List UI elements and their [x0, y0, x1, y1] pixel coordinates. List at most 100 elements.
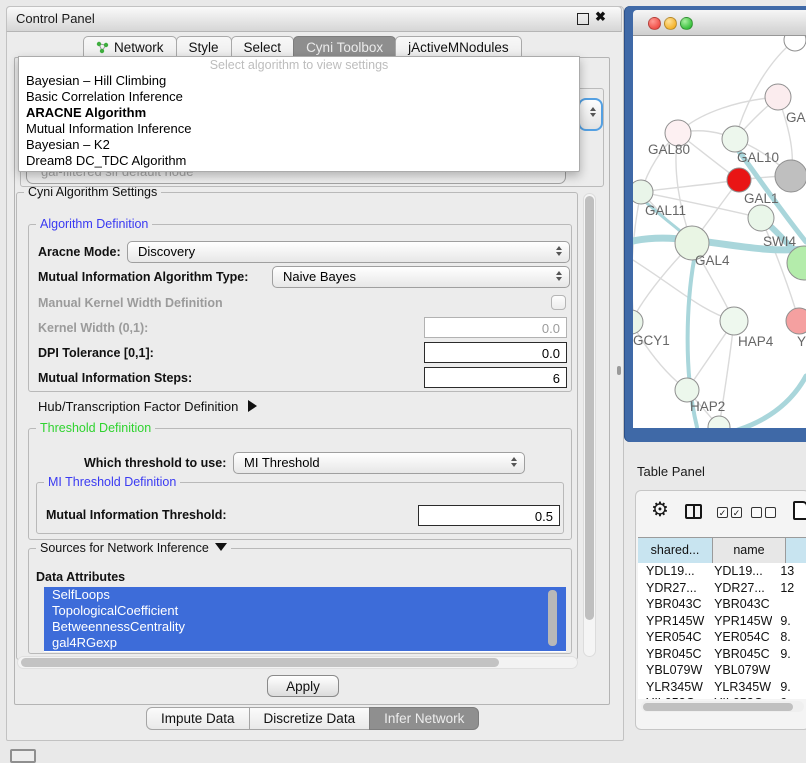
aracne-mode-label: Aracne Mode: [38, 245, 121, 259]
attribute-item-gal4rgexp[interactable]: gal4RGexp [44, 635, 566, 651]
mutual-information-threshold-field[interactable]: 0.5 [418, 505, 560, 526]
sources-title[interactable]: Sources for Network Inference [36, 541, 231, 555]
close-icon[interactable]: ✖ [595, 9, 606, 25]
algorithm-option-basic-correlation-inference[interactable]: Basic Correlation Inference [19, 89, 579, 105]
table-cell: YDL19... [638, 563, 706, 580]
minimized-panel-icon[interactable] [10, 749, 36, 763]
network-node[interactable] [633, 180, 653, 204]
tab-network[interactable]: Network [83, 36, 177, 58]
algorithm-option-bayesian-k2[interactable]: Bayesian – K2 [19, 137, 579, 153]
table-horizontal-scrollbar[interactable] [641, 701, 804, 712]
manual-kernel-width-checkbox[interactable] [551, 295, 566, 310]
tab-label: Network [114, 40, 164, 55]
kernel-width-field[interactable]: 0.0 [424, 317, 567, 338]
tab-label: Style [189, 40, 219, 55]
table-panel-toolbar: ⚙ ✓✓ [636, 491, 806, 537]
which-threshold-combobox[interactable]: MI Threshold [233, 452, 525, 474]
network-node[interactable] [784, 36, 806, 51]
aracne-mode-value: Discovery [138, 244, 195, 259]
column-header-2[interactable] [786, 538, 806, 563]
table-row[interactable]: YPR145WYPR145W9. [638, 613, 806, 630]
network-edge-highlighted [738, 376, 806, 428]
network-node[interactable] [786, 308, 806, 334]
table-cell [772, 596, 806, 613]
table-cell: YDR27... [638, 580, 706, 597]
settings-horizontal-scrollbar-thumb[interactable] [21, 658, 499, 667]
document-icon[interactable] [793, 501, 806, 520]
float-window-icon[interactable] [577, 13, 589, 25]
attribute-item-topologicalcoefficient[interactable]: TopologicalCoefficient [44, 603, 566, 619]
mi-steps-field[interactable]: 6 [424, 367, 567, 388]
table-body: YDL19...YDL19...13YDR27...YDR27...12YBR0… [638, 563, 806, 699]
network-node[interactable] [775, 160, 806, 192]
table-row[interactable]: YBR045CYBR045C9. [638, 646, 806, 663]
algorithm-combobox-focused[interactable] [578, 98, 603, 131]
hub-transcription-section-toggle[interactable]: Hub/Transcription Factor Definition [38, 399, 257, 414]
network-node[interactable] [720, 307, 748, 335]
data-attributes-label: Data Attributes [36, 570, 125, 584]
close-traffic-light-icon[interactable] [648, 17, 661, 30]
mi-algorithm-type-combobox[interactable]: Naive Bayes [272, 266, 570, 288]
control-panel-titlebar[interactable] [6, 6, 622, 32]
panel-divider-grip[interactable] [617, 366, 621, 375]
mutual-information-threshold-label: Mutual Information Threshold: [46, 508, 227, 522]
algorithm-option-mutual-information-inference[interactable]: Mutual Information Inference [19, 121, 579, 137]
bottom-tab-infer-network[interactable]: Infer Network [369, 707, 479, 730]
list-vertical-scrollbar[interactable] [548, 590, 557, 646]
table-cell [772, 662, 806, 679]
algorithm-option-bayesian-hill-climbing[interactable]: Bayesian – Hill Climbing [19, 73, 579, 89]
node-label: GCY1 [633, 333, 670, 348]
table-horizontal-scrollbar-thumb[interactable] [643, 703, 793, 711]
table-row[interactable]: YER054CYER054C8. [638, 629, 806, 646]
algorithm-option-aracne-algorithm[interactable]: ARACNE Algorithm [19, 105, 579, 121]
table-cell: 12 [772, 580, 806, 597]
tab-select[interactable]: Select [231, 36, 295, 58]
table-row[interactable]: YDL19...YDL19...13 [638, 563, 806, 580]
algorithm-dropdown-list: Bayesian – Hill ClimbingBasic Correlatio… [19, 73, 579, 169]
column-header-name[interactable]: name [713, 538, 786, 563]
table-row[interactable]: YIL052CYIL052C9 [638, 695, 806, 699]
network-node[interactable] [727, 168, 751, 192]
network-node[interactable] [722, 126, 748, 152]
attribute-item-betweennesscentrality[interactable]: BetweennessCentrality [44, 619, 566, 635]
network-node[interactable] [633, 310, 643, 334]
collapsed-arrow-icon [248, 400, 257, 412]
dpi-tolerance-field[interactable]: 0.0 [424, 342, 567, 363]
table-row[interactable]: YBR043CYBR043C [638, 596, 806, 613]
node-label: SWI4 [763, 234, 796, 249]
table-row[interactable]: YBL079WYBL079W [638, 662, 806, 679]
tab-cyni-toolbox[interactable]: Cyni Toolbox [293, 36, 396, 58]
algorithm-dropdown-prompt: Select algorithm to view settings [19, 57, 579, 73]
network-node[interactable] [748, 205, 774, 231]
node-label: GAL [786, 110, 806, 125]
threshold-definition-title: Threshold Definition [36, 421, 155, 435]
mi-algorithm-type-label: Mutual Information Algorithm Type: [38, 270, 248, 284]
table-row[interactable]: YDR27...YDR27...12 [638, 580, 806, 597]
bottom-tab-impute-data[interactable]: Impute Data [146, 707, 250, 730]
network-window-titlebar[interactable] [633, 10, 806, 36]
column-header-shared[interactable]: shared... [638, 538, 713, 563]
select-columns-icon[interactable]: ✓✓ [717, 507, 742, 518]
settings-vertical-scrollbar-thumb[interactable] [585, 196, 594, 620]
settings-gear-icon[interactable]: ⚙ [651, 500, 669, 520]
deselect-columns-icon[interactable] [751, 507, 776, 518]
table-cell: YIL052C [638, 695, 706, 699]
node-label: HAP4 [738, 334, 774, 349]
apply-button[interactable]: Apply [267, 675, 339, 697]
table-row[interactable]: YLR345WYLR345W9. [638, 679, 806, 696]
table-cell: 9 [772, 695, 806, 699]
algorithm-option-dream8-dc-tdc-algorithm[interactable]: Dream8 DC_TDC Algorithm [19, 153, 579, 169]
network-canvas[interactable]: GALGAL80GAL10GAL1GAL11SWI4GAL4GCY1HAP4YH… [633, 36, 806, 428]
network-node[interactable] [765, 84, 791, 110]
table-cell: YBL079W [706, 662, 772, 679]
control-panel-title: Control Panel [16, 11, 95, 26]
zoom-traffic-light-icon[interactable] [680, 17, 693, 30]
split-columns-icon[interactable] [685, 504, 702, 519]
attribute-item-selfloops[interactable]: SelfLoops [44, 587, 566, 603]
aracne-mode-combobox[interactable]: Discovery [127, 241, 570, 263]
bottom-tab-discretize-data[interactable]: Discretize Data [249, 707, 371, 730]
minimize-traffic-light-icon[interactable] [664, 17, 677, 30]
manual-kernel-width-label: Manual Kernel Width Definition [38, 296, 223, 310]
tab-style[interactable]: Style [176, 36, 232, 58]
tab-jactivemnodules[interactable]: jActiveMNodules [395, 36, 522, 58]
